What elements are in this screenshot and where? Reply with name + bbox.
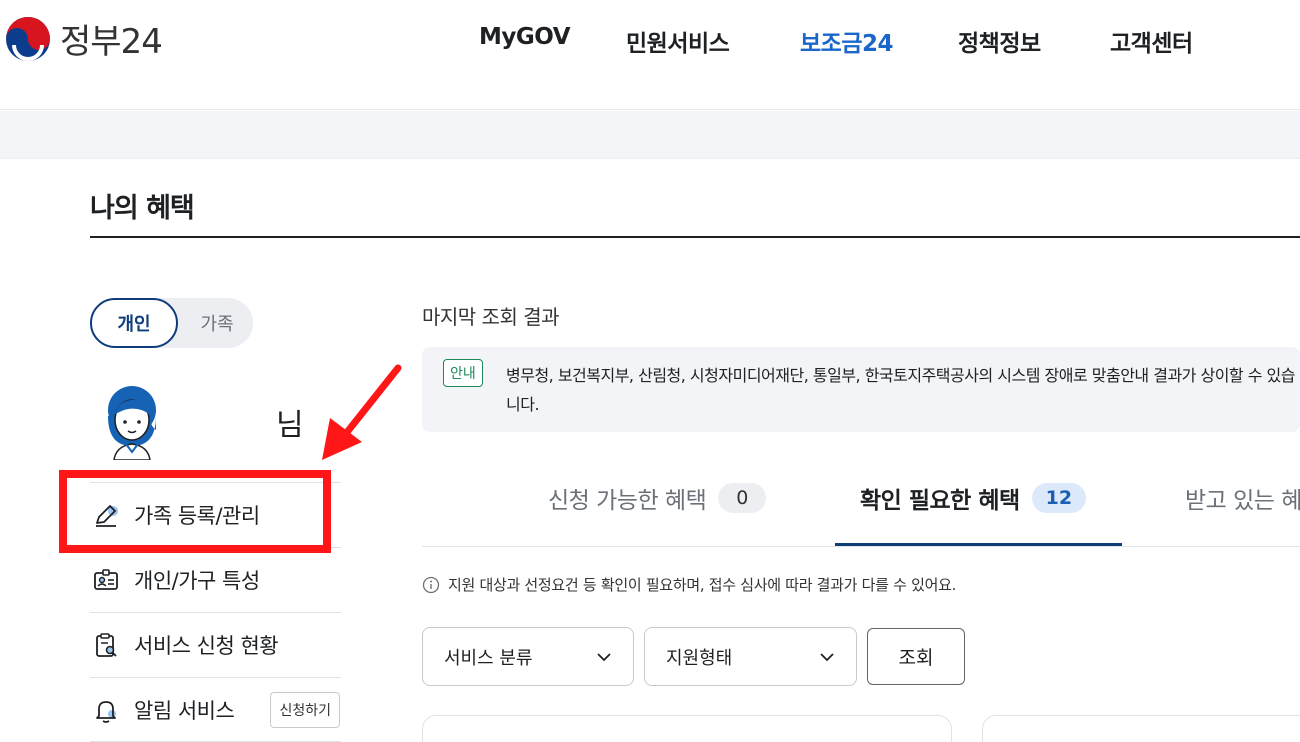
id-card-icon [94, 569, 118, 590]
notice-badge: 안내 [443, 359, 483, 387]
select-value: 지원형태 [666, 647, 733, 669]
tab-count-badge: 0 [718, 483, 767, 513]
avatar [108, 386, 156, 460]
service-category-select[interactable]: 서비스 분류 [422, 627, 634, 686]
nav-item-subsidy24[interactable]: 보조금24 [800, 24, 894, 58]
tab-available-benefits[interactable]: 신청 가능한 혜택 0 [548, 481, 767, 515]
site-header: 정부24 MyGOV 민원서비스 보조금24 정책정보 고객센터 [0, 0, 1300, 110]
info-icon [422, 576, 440, 593]
sidebar-item-notification-service[interactable]: 알림 서비스 신청하기 [90, 677, 341, 742]
tab-count-badge: 12 [1031, 483, 1087, 513]
main-nav: MyGOV 민원서비스 보조금24 정책정보 고객센터 [0, 24, 1300, 58]
pencil-icon [96, 505, 118, 527]
nav-item-mygov[interactable]: MyGOV [479, 24, 571, 50]
nav-item-customer-center[interactable]: 고객센터 [1110, 24, 1193, 58]
info-message: 지원 대상과 선정요건 등 확인이 필요하며, 접수 심사에 따라 결과가 다를… [422, 574, 956, 595]
clipboard-search-icon [96, 633, 117, 657]
red-arrow-icon [322, 364, 402, 460]
sidebar-item-household-traits[interactable]: 개인/가구 특성 [90, 547, 341, 612]
last-result-label: 마지막 조회 결과 [422, 305, 560, 329]
tab-needs-check-benefits[interactable]: 확인 필요한 혜택 12 [860, 481, 1087, 515]
benefit-card[interactable] [982, 715, 1300, 742]
page-title: 나의 혜택 [90, 193, 195, 224]
sidebar-item-label: 알림 서비스 [134, 698, 235, 723]
sidebar-item-label: 서비스 신청 현황 [134, 634, 279, 658]
personal-family-toggle: 개인 가족 [90, 298, 253, 348]
title-divider [90, 236, 1300, 238]
sidebar-menu: 가족 등록/관리 개인/가구 특성 서비스 신청 현황 알림 서비스 신청하기 [90, 482, 341, 742]
nav-item-policy-info[interactable]: 정책정보 [958, 24, 1041, 58]
tab-receiving-benefits[interactable]: 받고 있는 혜택 [1185, 481, 1300, 515]
search-button[interactable]: 조회 [867, 628, 965, 685]
user-name-suffix: 님 [276, 408, 304, 443]
toggle-personal[interactable]: 개인 [90, 298, 178, 348]
sidebar-item-label: 개인/가구 특성 [134, 569, 260, 593]
active-tab-indicator [835, 543, 1122, 546]
benefit-card[interactable] [422, 715, 952, 742]
benefit-tabs: 신청 가능한 혜택 0 확인 필요한 혜택 12 받고 있는 혜택 [422, 455, 1300, 547]
notice-box: 안내 병무청, 보건복지부, 산림청, 시청자미디어재단, 통일부, 한국토지주… [422, 347, 1300, 432]
chevron-down-icon [597, 653, 611, 662]
sidebar-item-family-management[interactable]: 가족 등록/관리 [90, 482, 341, 547]
sidebar-item-application-status[interactable]: 서비스 신청 현황 [90, 612, 341, 677]
nav-item-civil-service[interactable]: 민원서비스 [626, 24, 730, 58]
toggle-family[interactable]: 가족 [184, 298, 250, 348]
tab-label: 신청 가능한 혜택 [548, 488, 707, 514]
support-type-select[interactable]: 지원형태 [644, 627, 857, 686]
select-value: 서비스 분류 [444, 647, 533, 669]
bell-icon [96, 700, 116, 723]
breadcrumb-band [0, 111, 1300, 159]
chevron-down-icon [820, 653, 834, 662]
tab-label: 받고 있는 혜택 [1185, 488, 1300, 514]
tab-label: 확인 필요한 혜택 [860, 488, 1020, 514]
notice-text: 병무청, 보건복지부, 산림청, 시청자미디어재단, 통일부, 한국토지주택공사… [506, 366, 1295, 414]
notification-apply-button[interactable]: 신청하기 [270, 692, 340, 728]
info-text: 지원 대상과 선정요건 등 확인이 필요하며, 접수 심사에 따라 결과가 다를… [448, 576, 957, 594]
sidebar-item-label: 가족 등록/관리 [134, 504, 260, 528]
